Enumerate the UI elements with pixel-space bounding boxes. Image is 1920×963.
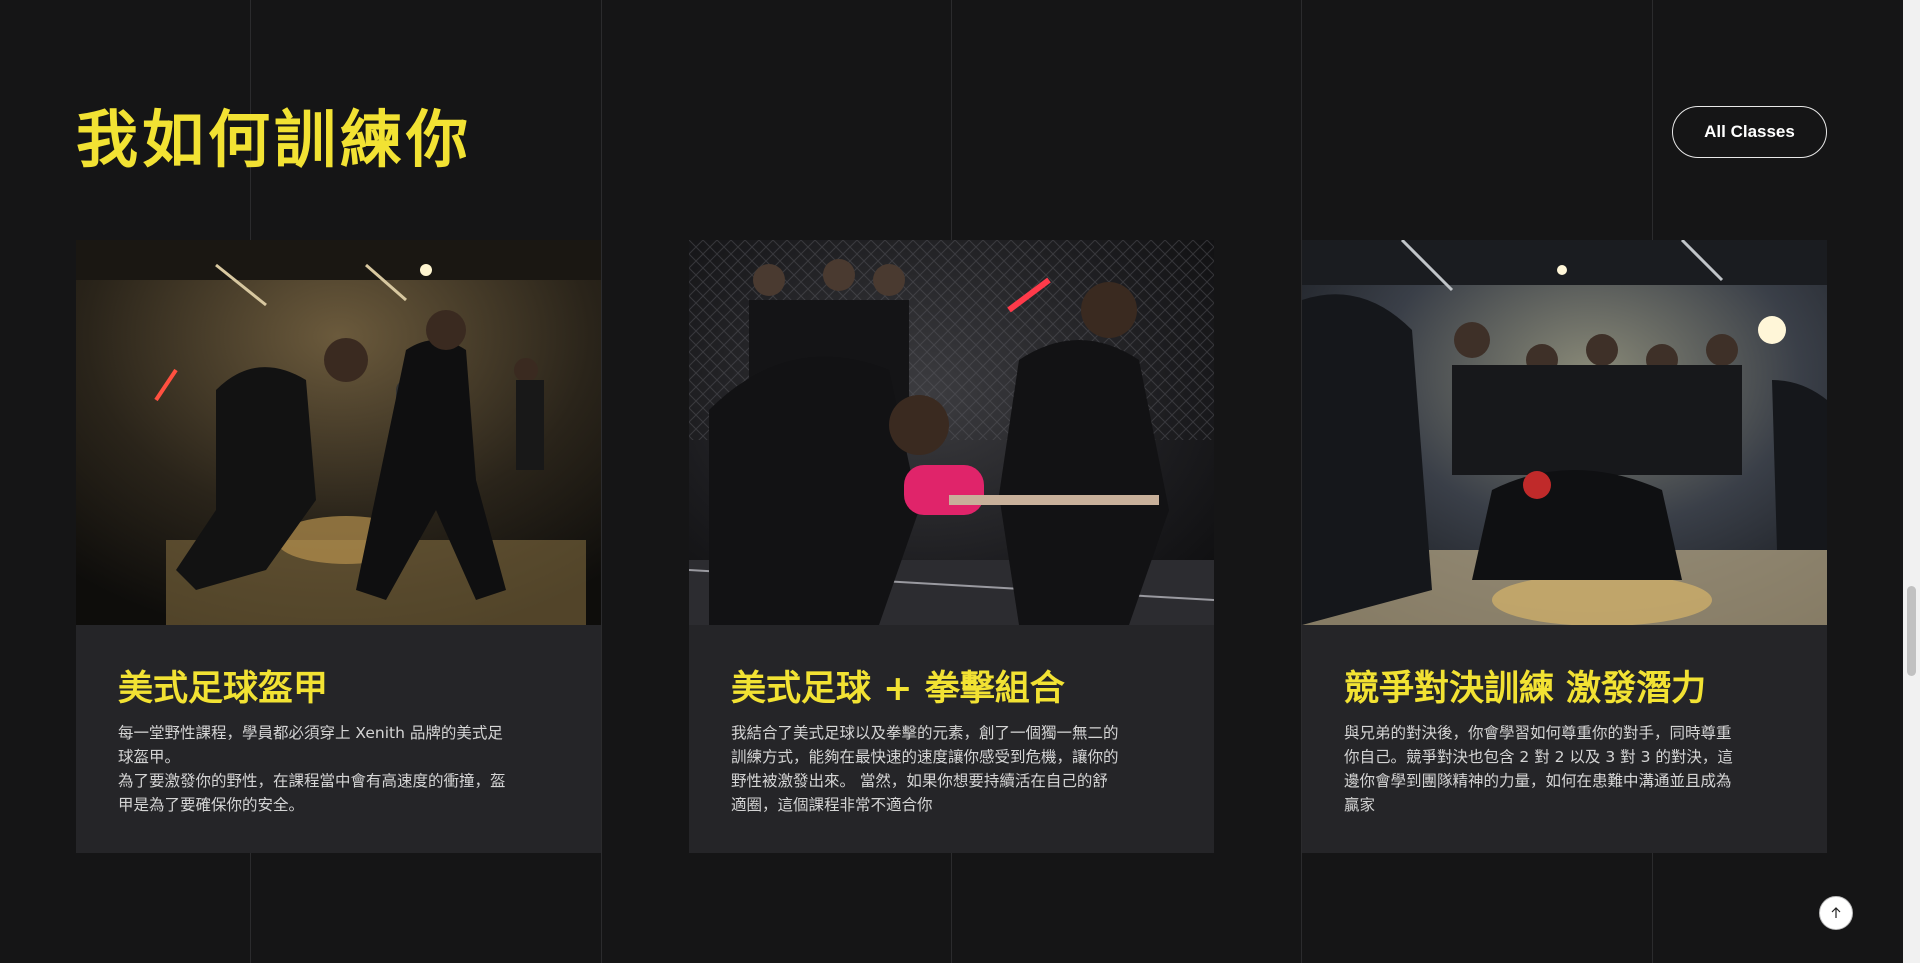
card-description-line: 野性被激發出來。 當然，如果你想要持續活在自己的舒 xyxy=(731,772,1108,790)
card-description: 每一堂野性課程，學員都必須穿上 Xenith 品牌的美式足 球盔甲。 為了要激發… xyxy=(118,721,559,817)
card-title: 競爭對決訓練 激發潛力 xyxy=(1344,669,1707,709)
card-description-line: 每一堂野性課程，學員都必須穿上 Xenith 品牌的美式足 xyxy=(118,724,503,742)
page: 我如何訓練你 All Classes 美式足球盔甲 每一堂野性課程，學員都必須穿… xyxy=(0,0,1920,963)
grid-guide-line xyxy=(601,0,602,963)
card-description: 我結合了美式足球以及拳擊的元素，創了一個獨一無二的 訓練方式，能夠在最快速的速度… xyxy=(731,721,1172,817)
back-to-top-button[interactable] xyxy=(1819,896,1853,930)
class-card[interactable]: 美式足球 + 拳擊組合 我結合了美式足球以及拳擊的元素，創了一個獨一無二的 訓練… xyxy=(689,240,1214,853)
card-description-line: 適圈，這個課程非常不適合你 xyxy=(731,796,933,814)
class-card[interactable]: 美式足球盔甲 每一堂野性課程，學員都必須穿上 Xenith 品牌的美式足 球盔甲… xyxy=(76,240,601,853)
football-boxing-combo-photo xyxy=(689,240,1214,625)
football-armor-training-photo xyxy=(76,240,601,625)
competition-duel-training-photo xyxy=(1302,240,1827,625)
class-card[interactable]: 競爭對決訓練 激發潛力 與兄弟的對決後，你會學習如何尊重你的對手，同時尊重 你自… xyxy=(1302,240,1827,853)
section-title: 我如何訓練你 xyxy=(76,103,473,176)
card-description: 與兄弟的對決後，你會學習如何尊重你的對手，同時尊重 你自己。競爭對決也包含 2 … xyxy=(1344,721,1785,817)
card-description-line: 贏家 xyxy=(1344,796,1376,814)
card-description-line: 你自己。競爭對決也包含 2 對 2 以及 3 對 3 的對決，這 xyxy=(1344,748,1733,766)
card-description-line: 訓練方式，能夠在最快速的速度讓你感受到危機，讓你的 xyxy=(731,748,1119,766)
arrow-up-icon xyxy=(1831,907,1841,918)
card-title: 美式足球 + 拳擊組合 xyxy=(731,669,1065,709)
card-description-line: 我結合了美式足球以及拳擊的元素，創了一個獨一無二的 xyxy=(731,724,1119,742)
card-description-line: 與兄弟的對決後，你會學習如何尊重你的對手，同時尊重 xyxy=(1344,724,1732,742)
scrollbar-thumb[interactable] xyxy=(1907,586,1916,676)
page-scrollbar[interactable] xyxy=(1903,0,1920,963)
card-description-line: 甲是為了要確保你的安全。 xyxy=(118,796,305,814)
all-classes-button[interactable]: All Classes xyxy=(1672,106,1827,158)
card-description-line: 球盔甲。 xyxy=(118,748,181,766)
card-title: 美式足球盔甲 xyxy=(118,669,329,709)
card-description-line: 邊你會學到團隊精神的力量，如何在患難中溝通並且成為 xyxy=(1344,772,1732,790)
card-description-line: 為了要激發你的野性，在課程當中會有高速度的衝撞，盔 xyxy=(118,772,506,790)
